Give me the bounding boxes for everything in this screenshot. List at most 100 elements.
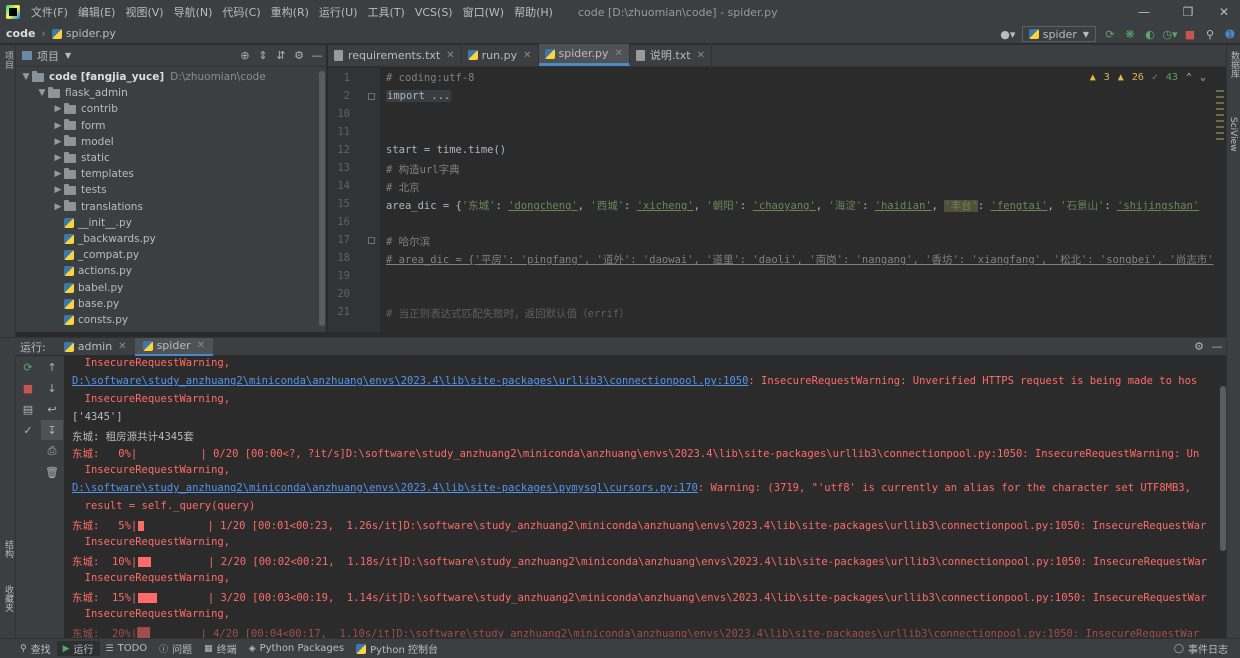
menu-vcs[interactable]: VCS(S) (410, 6, 458, 19)
tree-item[interactable]: ▶ translations (16, 199, 326, 215)
sciview-tool-button[interactable]: SciView (1228, 117, 1238, 152)
chevron-down-icon[interactable]: ⌄ (1200, 72, 1206, 83)
update-icon[interactable]: ➊ (1220, 24, 1240, 44)
rerun-icon[interactable]: ⟳ (17, 357, 39, 377)
breadcrumb-file[interactable]: spider.py (66, 27, 116, 40)
tree-item[interactable]: actions.py (16, 263, 326, 279)
collapse-all-icon[interactable]: ⇵ (272, 47, 290, 65)
tree-item[interactable]: ▶ form (16, 118, 326, 134)
tree-item[interactable]: __init__.py (16, 215, 326, 231)
run-tab-spider[interactable]: spider ✕ (134, 337, 214, 356)
close-icon[interactable]: ✕ (615, 48, 623, 59)
menu-navigate[interactable]: 导航(N) (169, 4, 218, 20)
console-file-link[interactable]: D:\software\study_anzhuang2\miniconda\an… (72, 482, 698, 494)
layout-icon[interactable]: ▤ (17, 399, 39, 419)
profile-icon[interactable]: ◷▾ (1160, 24, 1180, 44)
editor-tab[interactable]: spider.py ✕ (538, 44, 630, 66)
breadcrumb-project[interactable]: code (6, 27, 35, 40)
coverage-icon[interactable]: ◐ (1140, 24, 1160, 44)
arrow-up-icon[interactable]: ↑ (41, 357, 63, 377)
python-console-tool-button[interactable]: Python 控制台 (350, 641, 444, 656)
user-icon[interactable]: ●▾ (998, 24, 1018, 44)
search-icon[interactable]: ⚲ (1200, 24, 1220, 44)
run-tool-button[interactable]: ▶ 运行 (56, 641, 100, 656)
tree-root[interactable]: ▼ code [fangjia_yuce] D:\zhuomian\code (16, 69, 326, 85)
code-line-2-folded[interactable]: import ... (386, 90, 452, 102)
rerun-icon[interactable]: ⟳ (1100, 24, 1120, 44)
menu-refactor[interactable]: 重构(R) (266, 4, 314, 20)
editor-tab[interactable]: requirements.txt ✕ (328, 44, 462, 66)
todo-tool-button[interactable]: ☰ TODO (100, 643, 154, 654)
project-panel-title[interactable]: 项目 (37, 48, 59, 64)
menu-tools[interactable]: 工具(T) (363, 4, 410, 20)
fold-icon[interactable] (368, 93, 375, 100)
console-scrollbar[interactable] (1220, 386, 1226, 551)
expand-all-icon[interactable]: ⇕ (254, 47, 272, 65)
tree-item[interactable]: babel.py (16, 279, 326, 295)
tree-item[interactable]: base.py (16, 296, 326, 312)
console-file-link[interactable]: D:\software\study_anzhuang2\miniconda\an… (72, 375, 748, 387)
soft-wrap-icon[interactable]: ↩ (41, 399, 63, 419)
chevron-up-icon[interactable]: ⌃ (1186, 72, 1192, 83)
trash-icon[interactable]: 🗑 (41, 462, 63, 482)
close-icon[interactable]: ✕ (697, 50, 705, 61)
chevron-down-icon[interactable]: ▼ (65, 51, 71, 60)
locate-icon[interactable]: ⊕ (236, 47, 254, 65)
console-toolbar: ↑ ↓ ↩ ↧ ⎙ 🗑 (40, 356, 64, 638)
menu-code[interactable]: 代码(C) (217, 4, 265, 20)
tree-item[interactable]: ▶ templates (16, 166, 326, 182)
favorites-tool-button[interactable]: 收藏夹 (2, 585, 15, 612)
menu-view[interactable]: 视图(V) (120, 4, 168, 20)
tree-item[interactable]: consts.py (16, 312, 326, 328)
event-log-button[interactable]: ◯ 事件日志 (1168, 641, 1234, 657)
editor-tab[interactable]: 说明.txt ✕ (630, 44, 712, 66)
inspection-widget[interactable]: ▲ 3 ▲ 26 ✓ 43 ⌃ ⌄ (1090, 72, 1206, 83)
menu-edit[interactable]: 编辑(E) (73, 4, 121, 20)
hide-icon[interactable]: — (1208, 338, 1226, 356)
close-icon[interactable]: ✕ (118, 341, 126, 352)
terminal-tool-button[interactable]: ▦ 终端 (198, 641, 243, 657)
tree-item[interactable]: _compat.py (16, 247, 326, 263)
code-editor[interactable]: ▲ 3 ▲ 26 ✓ 43 ⌃ ⌄ # coding:utf-8 import ...… (380, 68, 1226, 332)
fold-icon[interactable] (368, 237, 375, 244)
stop-icon[interactable]: ■ (1180, 24, 1200, 44)
pin-icon[interactable]: ✓ (17, 420, 39, 440)
minimize-icon[interactable]: — (1128, 0, 1160, 24)
close-icon[interactable]: ✕ (1208, 0, 1240, 24)
hide-icon[interactable]: — (308, 47, 326, 65)
tree-item[interactable]: _backwards.py (16, 231, 326, 247)
database-tool-button[interactable]: 数据库 (1228, 51, 1240, 78)
tree-item[interactable]: ▼ flask_admin (16, 85, 326, 101)
maximize-icon[interactable]: ❐ (1172, 0, 1204, 24)
tree-item[interactable]: ▶ model (16, 134, 326, 150)
python-packages-tool-button[interactable]: ◈ Python Packages (243, 643, 350, 654)
tree-item[interactable]: ▶ static (16, 150, 326, 166)
menu-file[interactable]: 文件(F) (26, 4, 73, 20)
error-stripe[interactable] (1216, 90, 1224, 140)
tree-item[interactable]: ▶ contrib (16, 101, 326, 117)
gear-icon[interactable]: ⚙ (290, 47, 308, 65)
editor-tab[interactable]: run.py ✕ (462, 44, 539, 66)
close-icon[interactable]: ✕ (523, 50, 531, 61)
menu-run[interactable]: 运行(U) (314, 4, 363, 20)
stop-icon[interactable]: ■ (17, 378, 39, 398)
print-icon[interactable]: ⎙ (41, 441, 63, 461)
close-icon[interactable]: ✕ (197, 340, 205, 351)
structure-tool-button[interactable]: 结构 (2, 540, 15, 558)
project-scrollbar[interactable] (319, 71, 325, 326)
menu-help[interactable]: 帮助(H) (509, 4, 558, 20)
tree-item[interactable]: ▶ tests (16, 182, 326, 198)
scroll-to-end-icon[interactable]: ↧ (41, 420, 63, 440)
arrow-down-icon[interactable]: ↓ (41, 378, 63, 398)
find-tool-button[interactable]: ⚲ 查找 (0, 641, 57, 657)
close-icon[interactable]: ✕ (446, 50, 454, 61)
debug-icon[interactable]: ❋ (1120, 24, 1140, 44)
problems-tool-button[interactable]: ⓘ 问题 (153, 641, 198, 656)
run-config-select[interactable]: spider ▼ (1021, 26, 1096, 42)
run-console[interactable]: InsecureRequestWarning, D:\software\stud… (66, 356, 1226, 638)
window-title: code [D:\zhuomian\code] - spider.py (577, 5, 778, 19)
run-tab-admin[interactable]: admin ✕ (56, 338, 135, 356)
project-tool-button[interactable]: 项目 (2, 51, 15, 69)
menu-window[interactable]: 窗口(W) (458, 4, 509, 20)
gear-icon[interactable]: ⚙ (1190, 338, 1208, 356)
